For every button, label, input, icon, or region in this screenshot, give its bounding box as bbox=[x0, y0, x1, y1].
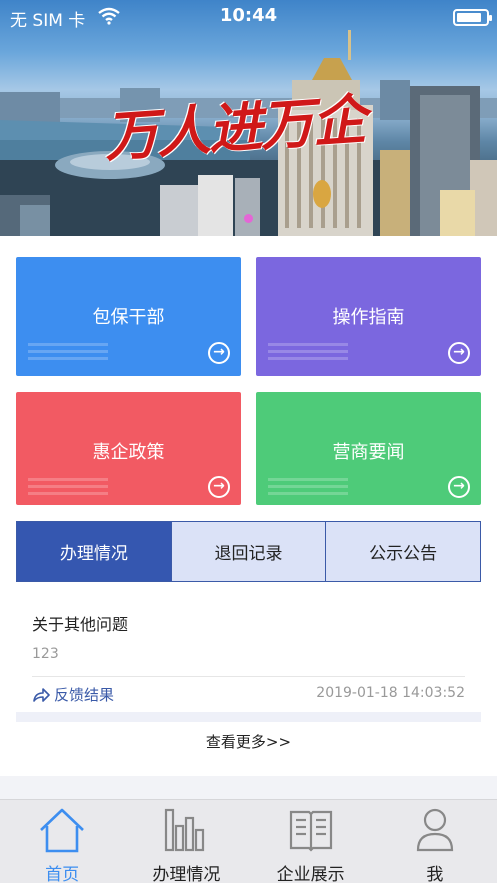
tabbar-me[interactable]: 我 bbox=[373, 800, 497, 883]
tile-operation-guide[interactable]: 操作指南 → bbox=[256, 257, 481, 376]
tabbar-label: 办理情况 bbox=[152, 865, 221, 883]
tab-processing[interactable]: 办理情况 bbox=[17, 522, 171, 581]
battery-level bbox=[457, 13, 481, 22]
tabbar-processing[interactable]: 办理情况 bbox=[124, 800, 248, 883]
tabbar-label: 我 bbox=[426, 865, 444, 883]
tile-decoration bbox=[28, 343, 108, 364]
battery-icon bbox=[453, 9, 492, 26]
tile-business-news[interactable]: 营商要闻 → bbox=[256, 392, 481, 505]
record-tabs: 办理情况 退回记录 公示公告 bbox=[16, 521, 481, 582]
tile-enterprise-policy[interactable]: 惠企政策 → bbox=[16, 392, 241, 505]
tile-decoration bbox=[268, 343, 348, 364]
tabbar-label: 首页 bbox=[45, 865, 80, 883]
tile-label: 包保干部 bbox=[92, 307, 165, 328]
tile-decoration bbox=[28, 478, 108, 499]
record-card[interactable]: 关于其他问题 123 反馈结果 2019-01-18 14:03:52 bbox=[16, 600, 481, 712]
separator bbox=[16, 712, 481, 722]
status-bar: 无 SIM 卡 10:44 bbox=[0, 0, 497, 34]
tile-label: 操作指南 bbox=[332, 307, 405, 328]
tab-public-notices[interactable]: 公示公告 bbox=[325, 522, 481, 581]
arrow-right-icon: → bbox=[448, 476, 470, 498]
arrow-right-icon: → bbox=[448, 342, 470, 364]
main-content: 包保干部 → 操作指南 → 惠企政策 → 营商要闻 → 办理情况 退回记录 公示… bbox=[0, 236, 497, 776]
tile-sponsor-cadre[interactable]: 包保干部 → bbox=[16, 257, 241, 376]
divider bbox=[32, 676, 465, 677]
share-arrow-icon bbox=[33, 687, 50, 702]
tile-label: 惠企政策 bbox=[92, 442, 165, 463]
record-title: 关于其他问题 bbox=[32, 615, 129, 634]
banner-carousel[interactable]: 无 SIM 卡 10:44 万人进万企 bbox=[0, 0, 497, 236]
feedback-label: 反馈结果 bbox=[54, 686, 115, 704]
arrow-right-icon: → bbox=[208, 476, 230, 498]
tile-decoration bbox=[268, 478, 348, 499]
bottom-tab-bar: 首页 办理情况 企业展示 我 bbox=[0, 799, 497, 883]
person-icon bbox=[416, 808, 453, 852]
feedback-link[interactable]: 反馈结果 bbox=[32, 684, 114, 705]
arrow-right-icon: → bbox=[208, 342, 230, 364]
book-icon bbox=[289, 810, 332, 852]
clock: 10:44 bbox=[219, 5, 278, 26]
chart-icon bbox=[165, 808, 205, 852]
record-body: 123 bbox=[32, 646, 59, 662]
tile-label: 营商要闻 bbox=[332, 442, 405, 463]
tabbar-enterprise-showcase[interactable]: 企业展示 bbox=[249, 800, 373, 883]
view-more-button[interactable]: 查看更多>> bbox=[16, 722, 481, 762]
tabbar-label: 企业展示 bbox=[276, 865, 345, 883]
tabbar-home[interactable]: 首页 bbox=[0, 800, 124, 883]
home-icon bbox=[40, 808, 85, 853]
carousel-indicator-dot[interactable] bbox=[244, 214, 253, 223]
record-timestamp: 2019-01-18 14:03:52 bbox=[316, 685, 465, 701]
tab-returned-records[interactable]: 退回记录 bbox=[170, 522, 326, 581]
